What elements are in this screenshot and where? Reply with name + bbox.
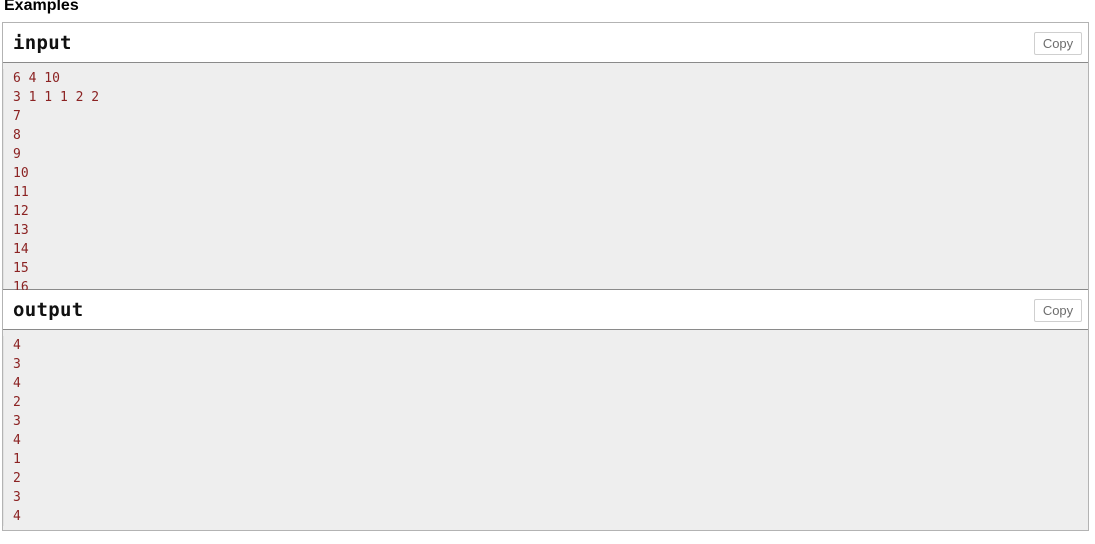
example-block-input: input Copy 6 4 10 3 1 1 1 2 2 7 8 9 10 11 12 13 1… xyxy=(3,23,1088,297)
page-title: Examples xyxy=(4,0,79,14)
examples-page: Examples input Copy 6 4 10 3 1 1 1 2 2 7 8 9… xyxy=(0,0,1095,544)
output-data-text: 4 3 4 2 3 4 1 2 3 4 xyxy=(3,336,1088,526)
data-line: 2 xyxy=(13,395,21,410)
data-line: 12 xyxy=(13,204,29,219)
data-line: 9 xyxy=(13,147,21,162)
example-block-output: output Copy 4 3 4 2 3 4 1 2 3 4 xyxy=(3,289,1088,530)
output-label: output xyxy=(13,299,84,321)
data-line: 10 xyxy=(13,166,29,181)
data-line: 11 xyxy=(13,185,29,200)
data-line: 8 xyxy=(13,128,21,143)
data-line: 3 xyxy=(13,414,21,429)
data-line: 4 xyxy=(13,338,21,353)
data-line: 14 xyxy=(13,242,29,257)
output-header: output Copy xyxy=(3,290,1088,330)
input-data-area: 6 4 10 3 1 1 1 2 2 7 8 9 10 11 12 13 14 15 16 xyxy=(3,63,1088,297)
data-line: 3 xyxy=(13,357,21,372)
data-line: 4 xyxy=(13,433,21,448)
output-data-area: 4 3 4 2 3 4 1 2 3 4 xyxy=(3,330,1088,530)
examples-container: input Copy 6 4 10 3 1 1 1 2 2 7 8 9 10 11 12 13 1… xyxy=(2,22,1089,531)
input-header: input Copy xyxy=(3,23,1088,63)
copy-input-button[interactable]: Copy xyxy=(1034,32,1082,55)
data-line: 1 xyxy=(13,452,21,467)
data-line: 3 1 1 1 2 2 xyxy=(13,90,100,105)
data-line: 15 xyxy=(13,261,29,276)
data-line: 6 4 10 xyxy=(13,71,60,86)
data-line: 4 xyxy=(13,509,21,524)
data-line: 4 xyxy=(13,376,21,391)
input-label: input xyxy=(13,32,72,54)
data-line: 7 xyxy=(13,109,21,124)
data-line: 13 xyxy=(13,223,29,238)
copy-output-button[interactable]: Copy xyxy=(1034,299,1082,322)
data-line: 3 xyxy=(13,490,21,505)
data-line: 2 xyxy=(13,471,21,486)
input-data-text: 6 4 10 3 1 1 1 2 2 7 8 9 10 11 12 13 14 15 16 xyxy=(3,69,1088,297)
